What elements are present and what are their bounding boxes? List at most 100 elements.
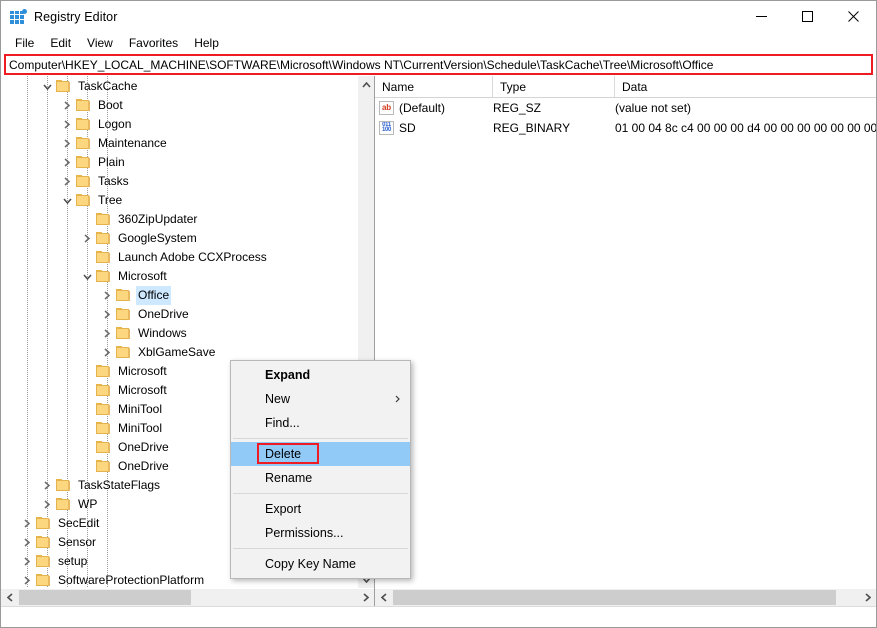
tree-node-label: OneDrive — [138, 307, 189, 321]
address-bar-path: Computer\HKEY_LOCAL_MACHINE\SOFTWARE\Mic… — [9, 57, 714, 72]
tree-expander-none — [79, 248, 95, 267]
value-name: (Default) — [399, 101, 446, 115]
folder-icon — [95, 421, 111, 436]
tree-expander-collapsed[interactable] — [79, 229, 95, 248]
tree-expander-collapsed[interactable] — [19, 514, 35, 533]
tree-node[interactable]: Tasks — [1, 172, 356, 191]
tree-horizontal-scrollbar[interactable] — [1, 588, 374, 606]
context-menu: Expand New Find... Delete Rename Export Permis… — [230, 360, 411, 579]
close-button[interactable] — [830, 1, 876, 32]
values-scroll-right-icon[interactable] — [859, 589, 876, 606]
context-menu-item[interactable]: Delete — [231, 442, 410, 466]
context-menu-item[interactable]: Permissions... — [231, 521, 410, 545]
tree-expander-collapsed[interactable] — [19, 571, 35, 588]
folder-icon — [55, 478, 71, 493]
scroll-right-icon[interactable] — [357, 589, 374, 606]
folder-icon — [95, 459, 111, 474]
context-menu-item[interactable]: Rename — [231, 466, 410, 490]
column-header-data[interactable]: Data — [615, 76, 876, 97]
tree-node-label: Sensor — [58, 535, 97, 549]
value-name-cell: ab (Default) — [375, 101, 493, 115]
scroll-left-icon[interactable] — [1, 589, 18, 606]
menu-favorites[interactable]: Favorites — [121, 34, 186, 52]
tree-node[interactable]: Office — [1, 286, 356, 305]
tree-expander-expanded[interactable] — [79, 267, 95, 286]
tree-expander-collapsed[interactable] — [59, 96, 75, 115]
menu-view[interactable]: View — [79, 34, 121, 52]
folder-icon — [95, 250, 111, 265]
menu-file[interactable]: File — [7, 34, 42, 52]
column-header-name[interactable]: Name — [375, 76, 493, 97]
context-menu-item[interactable]: Copy Key Name — [231, 552, 410, 576]
folder-icon — [75, 193, 91, 208]
tree-expander-collapsed[interactable] — [99, 343, 115, 362]
value-row[interactable]: ab (Default) REG_SZ (value not set) — [375, 98, 876, 118]
tree-node[interactable]: 360ZipUpdater — [1, 210, 356, 229]
scroll-up-icon[interactable] — [358, 76, 374, 93]
submenu-arrow-icon — [395, 392, 400, 406]
menu-bar: File Edit View Favorites Help — [1, 32, 876, 54]
tree-node-label: OneDrive — [118, 459, 169, 473]
tree-node-label: WP — [78, 497, 98, 511]
tree-expander-collapsed[interactable] — [39, 495, 55, 514]
tree-expander-collapsed[interactable] — [19, 552, 35, 571]
context-menu-item[interactable]: Expand — [231, 363, 410, 387]
folder-icon — [115, 288, 131, 303]
folder-icon — [75, 155, 91, 170]
tree-node[interactable]: TaskCache — [1, 77, 356, 96]
tree-node[interactable]: Maintenance — [1, 134, 356, 153]
tree-node[interactable]: Plain — [1, 153, 356, 172]
tree-node-label: 360ZipUpdater — [118, 212, 198, 226]
context-menu-item[interactable]: Find... — [231, 411, 410, 435]
tree-node[interactable]: Windows — [1, 324, 356, 343]
values-horizontal-scrollbar[interactable] — [375, 588, 876, 606]
folder-icon — [95, 402, 111, 417]
tree-expander-none — [79, 381, 95, 400]
address-bar[interactable]: Computer\HKEY_LOCAL_MACHINE\SOFTWARE\Mic… — [4, 54, 873, 75]
tree-node[interactable]: Launch Adobe CCXProcess — [1, 248, 356, 267]
tree-expander-collapsed[interactable] — [99, 305, 115, 324]
registry-values-pane: Name Type Data ab (Default) REG_SZ (value n… — [375, 76, 876, 606]
values-scroll-left-icon[interactable] — [375, 589, 392, 606]
tree-node-label: Plain — [98, 155, 125, 169]
tree-expander-collapsed[interactable] — [59, 134, 75, 153]
tree-expander-none — [79, 419, 95, 438]
tree-node-label: Launch Adobe CCXProcess — [118, 250, 267, 264]
column-header-type[interactable]: Type — [493, 76, 615, 97]
tree-expander-collapsed[interactable] — [39, 476, 55, 495]
context-menu-item[interactable]: New — [231, 387, 410, 411]
tree-node[interactable]: Tree — [1, 191, 356, 210]
menu-edit[interactable]: Edit — [42, 34, 79, 52]
context-menu-item[interactable]: Export — [231, 497, 410, 521]
values-hscrollbar-thumb[interactable] — [393, 590, 836, 605]
tree-expander-none — [79, 438, 95, 457]
tree-node-label: Microsoft — [118, 269, 167, 283]
menu-help[interactable]: Help — [186, 34, 227, 52]
tree-node[interactable]: Logon — [1, 115, 356, 134]
tree-expander-collapsed[interactable] — [59, 115, 75, 134]
maximize-button[interactable] — [784, 1, 830, 32]
tree-expander-collapsed[interactable] — [19, 533, 35, 552]
tree-expander-collapsed[interactable] — [59, 153, 75, 172]
tree-node[interactable]: OneDrive — [1, 305, 356, 324]
tree-node[interactable]: Microsoft — [1, 267, 356, 286]
tree-expander-expanded[interactable] — [39, 77, 55, 96]
tree-expander-collapsed[interactable] — [99, 324, 115, 343]
tree-node-label: XblGameSave — [138, 345, 216, 359]
context-menu-item-label: Find... — [265, 416, 300, 430]
tree-hscrollbar-thumb[interactable] — [19, 590, 191, 605]
tree-node-label: setup — [58, 554, 88, 568]
tree-expander-collapsed[interactable] — [59, 172, 75, 191]
folder-icon — [35, 535, 51, 550]
tree-node-label: Logon — [98, 117, 132, 131]
tree-node[interactable]: GoogleSystem — [1, 229, 356, 248]
minimize-button[interactable] — [738, 1, 784, 32]
value-row[interactable]: 011 100 SD REG_BINARY 01 00 04 8c c4 00 00 0… — [375, 118, 876, 138]
value-data: 01 00 04 8c c4 00 00 00 d4 00 00 00 00 0… — [615, 121, 876, 135]
context-menu-item-label: Delete — [265, 447, 302, 461]
tree-node-label: SecEdit — [58, 516, 100, 530]
tree-expander-expanded[interactable] — [59, 191, 75, 210]
tree-expander-collapsed[interactable] — [99, 286, 115, 305]
tree-node[interactable]: Boot — [1, 96, 356, 115]
value-type: REG_SZ — [493, 101, 542, 115]
